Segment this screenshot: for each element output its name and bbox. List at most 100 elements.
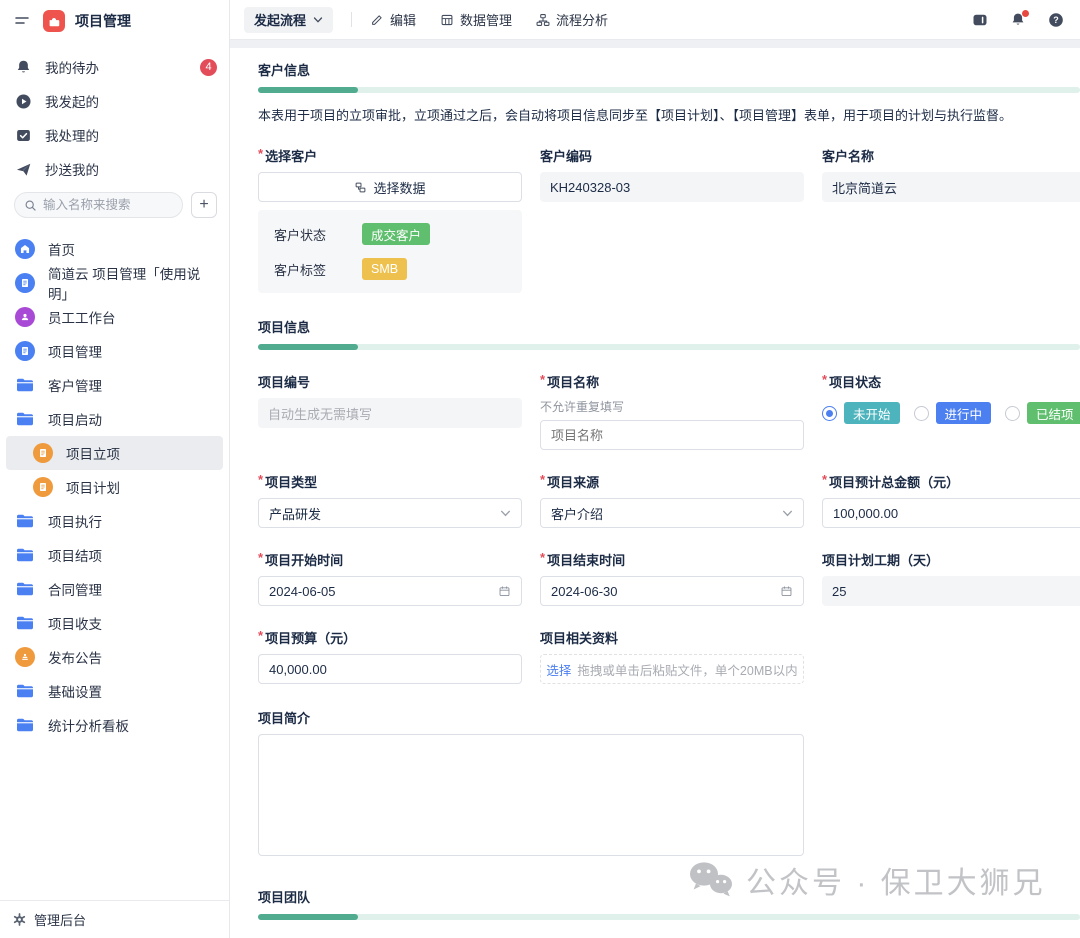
add-button[interactable]: + (191, 192, 217, 218)
sidebar-item-announcement[interactable]: 发布公告 (0, 640, 229, 674)
calendar-icon (498, 585, 511, 598)
chevron-down-icon (313, 15, 323, 25)
edit-button[interactable]: 编辑 (370, 10, 416, 29)
sidebar-item-analytics-board[interactable]: 统计分析看板 (0, 708, 229, 742)
sidebar-item-label: 发布公告 (48, 647, 102, 667)
sidebar-item-customer-mgmt[interactable]: 客户管理 (0, 368, 229, 402)
app-title: 项目管理 (75, 11, 131, 31)
sidebar-item-my-processed[interactable]: 我处理的 (0, 118, 229, 152)
admin-console-link[interactable]: 管理后台 (0, 900, 229, 938)
sidebar-item-project-plan[interactable]: 项目计划 (0, 470, 229, 504)
collapse-menu-icon[interactable] (14, 13, 30, 29)
field-label-select-customer: 选择客户 (258, 146, 522, 165)
play-circle-icon (15, 93, 32, 110)
folder-icon (15, 513, 35, 529)
panel-toggle-icon[interactable] (972, 12, 988, 28)
folder-icon (15, 411, 35, 427)
budget-input[interactable] (258, 654, 522, 684)
pencil-icon (370, 13, 384, 27)
sidebar-item-label: 项目执行 (48, 511, 102, 531)
sidebar: 项目管理 我的待办 4 我发起的 我处理的 (0, 0, 230, 938)
chevron-down-icon (782, 508, 793, 519)
sidebar-item-label: 项目管理 (48, 341, 102, 361)
sidebar-item-home[interactable]: 首页 (0, 232, 229, 266)
document-icon (15, 273, 35, 293)
sidebar-item-label: 首页 (48, 239, 75, 259)
search-input[interactable] (43, 198, 174, 212)
sidebar-item-project-start[interactable]: 项目启动 (0, 402, 229, 436)
sidebar-item-project-approval[interactable]: 项目立项 (6, 436, 223, 470)
sidebar-item-project-close[interactable]: 项目结项 (0, 538, 229, 572)
select-data-label: 选择数据 (373, 178, 425, 197)
gear-icon (12, 912, 27, 927)
sidebar-item-project-exec[interactable]: 项目执行 (0, 504, 229, 538)
sidebar-item-my-initiated[interactable]: 我发起的 (0, 84, 229, 118)
radio-checked-icon (822, 406, 837, 421)
status-tag-in-progress: 进行中 (936, 402, 992, 424)
app-window: 项目管理 我的待办 4 我发起的 我处理的 (0, 0, 1080, 938)
sidebar-item-label: 项目计划 (66, 477, 120, 497)
home-icon (15, 239, 35, 259)
sidebar-item-label: 抄送我的 (45, 159, 99, 179)
end-date-value: 2024-06-30 (551, 584, 618, 599)
inbox-check-icon (15, 127, 32, 144)
announcement-icon (15, 647, 35, 667)
sidebar-item-contract-mgmt[interactable]: 合同管理 (0, 572, 229, 606)
section-title-team: 项目团队 (258, 887, 1080, 906)
customer-tag-label: 客户标签 (274, 260, 362, 279)
sidebar-item-workbench[interactable]: 员工工作台 (0, 300, 229, 334)
form-description: 本表用于项目的立项审批，立项通过之后，会自动将项目信息同步至【项目计划】、【项目… (258, 105, 1080, 124)
notification-dot (1022, 10, 1029, 17)
end-date-picker[interactable]: 2024-06-30 (540, 576, 804, 606)
field-label-project-total: 项目预计总金额（元） (822, 472, 1080, 491)
flow-analysis-button[interactable]: 流程分析 (536, 10, 608, 29)
data-manage-button[interactable]: 数据管理 (440, 10, 512, 29)
admin-console-label: 管理后台 (34, 910, 86, 929)
customer-status-card: 客户状态 成交客户 客户标签 SMB (258, 210, 522, 293)
sidebar-item-base-settings[interactable]: 基础设置 (0, 674, 229, 708)
project-code-field: 自动生成无需填写 (258, 398, 522, 428)
customer-status-tag: 成交客户 (362, 223, 430, 245)
radio-icon (914, 406, 929, 421)
field-label-budget: 项目预算（元） (258, 628, 522, 647)
field-label-project-source: 项目来源 (540, 472, 804, 491)
radio-option-closed[interactable]: 已结项 (1005, 402, 1080, 424)
project-name-input[interactable] (540, 420, 804, 450)
field-label-project-name: 项目名称 (540, 372, 804, 391)
sidebar-item-cc-to-me[interactable]: 抄送我的 (0, 152, 229, 186)
sidebar-item-label: 我的待办 (45, 57, 99, 77)
sidebar-item-my-todo[interactable]: 我的待办 4 (0, 50, 229, 84)
field-label-duration: 项目计划工期（天） (822, 550, 1080, 569)
customer-status-label: 客户状态 (274, 225, 362, 244)
form-panel: 客户信息 本表用于项目的立项审批，立项通过之后，会自动将项目信息同步至【项目计划… (230, 48, 1080, 938)
select-data-button[interactable]: 选择数据 (258, 172, 522, 202)
sidebar-item-label: 员工工作台 (48, 307, 116, 327)
help-icon[interactable]: ? (1048, 12, 1064, 28)
file-upload-area[interactable]: 选择 拖拽或单击后粘贴文件，单个20MB以内 (540, 654, 804, 684)
project-type-select[interactable]: 产品研发 (258, 498, 522, 528)
section-bar-team (258, 914, 1080, 920)
radio-option-in-progress[interactable]: 进行中 (914, 402, 992, 424)
sidebar-item-label: 项目启动 (48, 409, 102, 429)
project-status-radio-group: 未开始 进行中 已结项 (822, 398, 1080, 428)
start-date-value: 2024-06-05 (269, 584, 336, 599)
sidebar-item-project-mgmt[interactable]: 项目管理 (0, 334, 229, 368)
project-summary-textarea[interactable] (258, 734, 804, 856)
field-label-end-date: 项目结束时间 (540, 550, 804, 569)
sidebar-search[interactable] (14, 192, 183, 218)
main-area: 发起流程 编辑 数据管理 (230, 0, 1080, 938)
radio-option-not-started[interactable]: 未开始 (822, 402, 900, 424)
project-total-input[interactable] (822, 498, 1080, 528)
start-date-picker[interactable]: 2024-06-05 (258, 576, 522, 606)
calendar-icon (780, 585, 793, 598)
notification-bell-icon[interactable] (1010, 12, 1026, 28)
sidebar-item-user-guide[interactable]: 简道云 项目管理「使用说明」 (0, 266, 229, 300)
section-bar-customer (258, 87, 1080, 93)
start-flow-button[interactable]: 发起流程 (244, 7, 333, 33)
project-source-select[interactable]: 客户介绍 (540, 498, 804, 528)
field-label-start-date: 项目开始时间 (258, 550, 522, 569)
field-label-project-code: 项目编号 (258, 372, 522, 391)
upload-select-link[interactable]: 选择 (546, 660, 571, 679)
folder-icon (15, 547, 35, 563)
sidebar-item-project-finance[interactable]: 项目收支 (0, 606, 229, 640)
